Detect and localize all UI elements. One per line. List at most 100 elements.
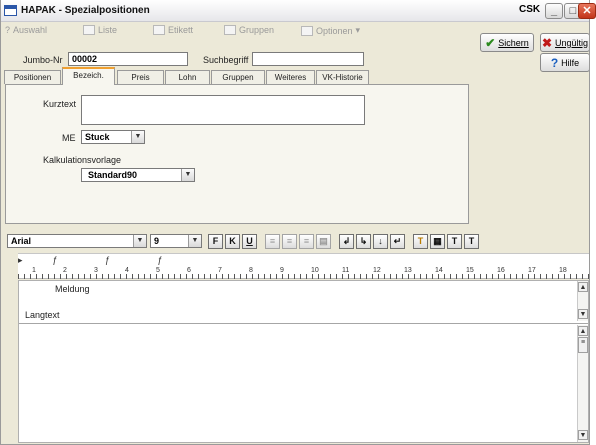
- toolbar-gruppen[interactable]: Gruppen: [224, 25, 274, 35]
- langtext-label: Langtext: [25, 310, 60, 320]
- tools-icon: [301, 25, 313, 36]
- close-button[interactable]: ✕: [578, 3, 596, 19]
- font-size-select[interactable]: 9 ▼: [150, 234, 202, 248]
- toolbar-optionen[interactable]: Optionen ▾: [301, 25, 360, 36]
- ruler-number: 1: [32, 267, 36, 274]
- title-bar[interactable]: HAPAK - Spezialpositionen CSK _ □: [1, 0, 589, 22]
- scroll-up-icon[interactable]: ▲: [578, 282, 588, 292]
- ruler-number: 15: [466, 267, 474, 274]
- me-select[interactable]: Stuck ▼: [81, 130, 145, 144]
- langtext-editor[interactable]: [19, 324, 577, 442]
- question-icon: ?: [550, 55, 559, 70]
- jumbo-label: Jumbo-Nr: [23, 55, 63, 65]
- toolbar-auswahl[interactable]: ? Auswahl: [5, 25, 47, 35]
- tab-lohn[interactable]: Lohn: [165, 70, 210, 84]
- ruler-number: 18: [559, 267, 567, 274]
- ruler-ticks: [18, 274, 589, 279]
- cross-icon: ✖: [541, 35, 553, 50]
- scroll-down-icon[interactable]: ▼: [578, 309, 588, 319]
- toolbar-item-label: Etikett: [168, 25, 194, 35]
- tab-weiteres[interactable]: Weiteres: [266, 70, 315, 84]
- memo-area: Meldung Langtext ▲ ▼ ▲ ≡ ▼: [18, 280, 589, 443]
- printer-icon: [153, 25, 165, 35]
- langtext-scrollbar[interactable]: ▲ ≡ ▼: [577, 325, 588, 442]
- toolbar-etikett[interactable]: Etikett: [153, 25, 193, 35]
- tab-vk-historie[interactable]: VK-Historie: [316, 70, 369, 84]
- user-code: CSK: [519, 4, 541, 15]
- table-icon[interactable]: ▦: [430, 234, 445, 249]
- font-value: Arial: [11, 236, 32, 246]
- ruler-number: 14: [435, 267, 443, 274]
- arrow-down-icon[interactable]: ↓: [373, 234, 388, 249]
- text-color-icon[interactable]: T: [413, 234, 428, 249]
- toolbar-liste[interactable]: Liste: [83, 25, 117, 35]
- text-style-icon[interactable]: T: [464, 234, 479, 249]
- tab-positionen[interactable]: Positionen: [4, 70, 61, 84]
- align-left-icon[interactable]: ≡: [265, 234, 280, 249]
- kalkulationsvorlage-select[interactable]: Standard90 ▼: [81, 168, 195, 182]
- kurztext-field[interactable]: [81, 95, 365, 125]
- undo-button[interactable]: ✖ Ungültig: [540, 33, 589, 52]
- font-select[interactable]: Arial ▼: [7, 234, 147, 248]
- align-justify-icon[interactable]: ▤: [316, 234, 331, 249]
- ruler-number: 3: [94, 267, 98, 274]
- font-size-value: 9: [154, 236, 160, 246]
- kalkulationsvorlage-value: Standard90: [88, 170, 138, 180]
- help-label: Hilfe: [561, 57, 580, 68]
- ruler-number: 16: [497, 267, 505, 274]
- arrow-return-icon[interactable]: ↵: [390, 234, 405, 249]
- search-field[interactable]: [252, 52, 364, 66]
- bezeichnung-panel: Kurztext ME Stuck ▼ Kalkulationsvorlage …: [5, 84, 469, 224]
- chevron-down-icon[interactable]: ▼: [181, 169, 194, 181]
- tab-gruppen[interactable]: Gruppen: [211, 70, 265, 84]
- ruler-number: 17: [528, 267, 536, 274]
- minimize-button[interactable]: _: [545, 3, 563, 19]
- ruler-number: 10: [311, 267, 319, 274]
- tab-stop-markers: ▸ ƒ ƒ ƒ: [18, 255, 163, 265]
- ruler-number: 12: [373, 267, 381, 274]
- chevron-down-icon[interactable]: ▼: [133, 235, 146, 247]
- tree-icon: [224, 25, 236, 35]
- help-cursor-icon: ?: [5, 25, 11, 35]
- chevron-down-icon: ▾: [355, 25, 361, 35]
- ruler-number: 11: [342, 267, 350, 274]
- chevron-down-icon[interactable]: ▼: [131, 131, 144, 143]
- underline-button[interactable]: U: [242, 234, 257, 249]
- align-right-icon[interactable]: ≡: [299, 234, 314, 249]
- indent-icon[interactable]: ↲: [339, 234, 354, 249]
- bold-button[interactable]: F: [208, 234, 223, 249]
- me-value: Stuck: [85, 132, 110, 142]
- tab-preis[interactable]: Preis: [117, 70, 164, 84]
- ruler-number: 13: [404, 267, 412, 274]
- toolbar-item-label: Auswahl: [13, 25, 48, 35]
- app-window-icon: [4, 5, 17, 16]
- scroll-thumb[interactable]: ≡: [578, 337, 588, 353]
- window-title: HAPAK - Spezialpositionen: [21, 5, 150, 16]
- meldung-label: Meldung: [55, 284, 90, 294]
- italic-button[interactable]: K: [225, 234, 240, 249]
- me-label: ME: [62, 133, 76, 143]
- ruler-number: 9: [280, 267, 284, 274]
- toolbar: ? Auswahl Liste Etikett Gruppen Optionen ▾: [1, 22, 473, 40]
- ruler-number: 7: [218, 267, 222, 274]
- meldung-scrollbar[interactable]: ▲ ▼: [577, 281, 588, 321]
- outdent-icon[interactable]: ↳: [356, 234, 371, 249]
- ruler-number: 2: [63, 267, 67, 274]
- save-button[interactable]: ✔ Sichern: [480, 33, 534, 52]
- jumbo-number-field[interactable]: 00002: [68, 52, 188, 66]
- checkmark-icon: ✔: [485, 35, 496, 50]
- scroll-up-icon[interactable]: ▲: [578, 326, 588, 336]
- scroll-down-icon[interactable]: ▼: [578, 430, 588, 440]
- kurztext-label: Kurztext: [43, 99, 77, 109]
- ruler-number: 6: [187, 267, 191, 274]
- help-button[interactable]: ? Hilfe: [540, 53, 589, 72]
- text-format-icon[interactable]: T: [447, 234, 462, 249]
- chevron-down-icon[interactable]: ▼: [188, 235, 201, 247]
- align-center-icon[interactable]: ≡: [282, 234, 297, 249]
- ruler[interactable]: ▸ ƒ ƒ ƒ 1 2 3 4 5 6 7 8 9 10 11 12 13 14 15 16 17 18: [18, 253, 589, 279]
- toolbar-item-label: Gruppen: [239, 25, 275, 35]
- app-window: HAPAK - Spezialpositionen CSK _ □ ? Auswa…: [0, 0, 590, 445]
- kalkulationsvorlage-label: Kalkulationsvorlage: [43, 155, 122, 165]
- tab-bezeichnung[interactable]: Bezeich.: [62, 67, 115, 85]
- toolbar-item-label: Optionen: [316, 25, 353, 36]
